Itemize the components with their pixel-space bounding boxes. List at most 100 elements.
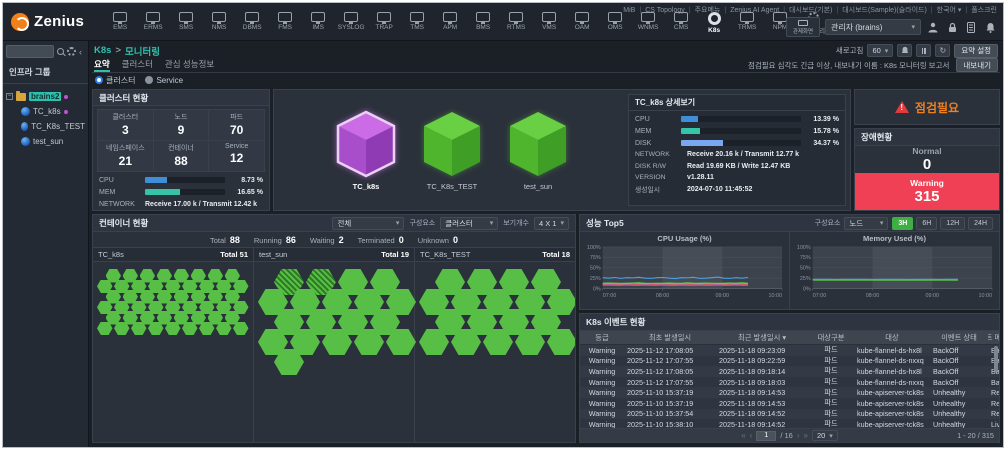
event-row[interactable]: Warning2025-11-10 15:38:102025-11-18 09:… xyxy=(580,419,999,428)
pagination-page-input[interactable]: 1 xyxy=(756,431,776,441)
utility-link[interactable]: 대시보드(기본) xyxy=(789,5,832,15)
sidebar-search-input[interactable] xyxy=(6,45,54,58)
event-cell: kube-apiserver-tck8s xyxy=(854,419,930,428)
utility-link[interactable]: Zenius AI Agent xyxy=(730,7,779,14)
stat-value: 88 xyxy=(230,235,240,245)
utility-link[interactable]: CS Topology xyxy=(645,7,685,14)
export-button[interactable]: 내보내기 xyxy=(956,58,998,72)
component-select[interactable]: 클러스터 ▾ xyxy=(440,217,498,230)
page-size-select[interactable]: 20 ▾ xyxy=(812,430,838,441)
event-cell: 2025-11-18 09:18:14 xyxy=(716,366,808,377)
event-row[interactable]: Warning2025-11-12 17:07:552025-11-18 09:… xyxy=(580,377,999,388)
cluster-cube-tc_k8s[interactable]: TC_k8s xyxy=(334,110,398,191)
sidebar-collapse-icon[interactable]: ‹ xyxy=(79,47,82,57)
utility-link[interactable]: MiB xyxy=(623,7,635,14)
utility-link[interactable]: 한국어 ▾ xyxy=(937,5,962,15)
events-column-header[interactable]: 최근 발생일시 ▾ xyxy=(716,331,808,344)
menu-item-label: TRAP xyxy=(375,24,392,31)
events-scrollbar-thumb[interactable] xyxy=(994,346,998,372)
utility-link[interactable]: 대시보드(Sample)(슬라이드) xyxy=(842,5,927,15)
logo-text: Zenius xyxy=(34,13,84,30)
event-cell: Warning xyxy=(580,398,624,409)
menu-item-ims[interactable]: IMS xyxy=(306,9,330,31)
event-row[interactable]: Warning2025-11-12 17:08:052025-11-18 09:… xyxy=(580,345,999,356)
top-bar: Zenius EMS ERMS SMS NMS DBMS FMS IMS SYSLOG TRAP… xyxy=(3,3,1003,41)
view-count-value: 4 X 1 xyxy=(539,219,557,228)
event-row[interactable]: Warning2025-11-10 15:37:192025-11-18 09:… xyxy=(580,387,999,398)
tab-관심 성능정보[interactable]: 관심 성능정보 xyxy=(165,58,214,72)
radio-service[interactable]: Service xyxy=(145,76,183,85)
containers-filter-select[interactable]: 전체 ▾ xyxy=(332,217,404,230)
user-area: 관제화면 관리자 (brains) ▾ xyxy=(786,17,997,37)
fault-warning-box[interactable]: Warning 315 xyxy=(855,173,999,210)
stat-value: 70 xyxy=(209,123,264,137)
alarm-bell-button[interactable] xyxy=(897,44,912,57)
menu-item-ems[interactable]: EMS xyxy=(108,9,132,31)
person-icon[interactable] xyxy=(926,19,940,35)
menu-item-vms[interactable]: VMS xyxy=(537,9,561,31)
utility-link[interactable]: 주요메뉴 xyxy=(695,5,721,15)
tab-요약[interactable]: 요약 xyxy=(94,58,110,72)
cluster-cube-tc_k8s_test[interactable]: TC_K8s_TEST xyxy=(420,110,484,191)
utility-link[interactable]: 풀스크린 xyxy=(971,5,997,15)
menu-item-erms[interactable]: ERMS xyxy=(141,9,165,31)
menu-item-fms[interactable]: FMS xyxy=(273,9,297,31)
tab-클러스터[interactable]: 클러스터 xyxy=(122,58,153,72)
pagination-next-icon[interactable]: › xyxy=(797,431,800,440)
bell-icon[interactable] xyxy=(983,19,997,35)
tree-node-test_sun[interactable]: test_sun xyxy=(6,134,85,149)
pagination-prev-icon[interactable]: ‹ xyxy=(750,431,753,440)
tree-root-brains2[interactable]: −brains2 xyxy=(6,89,85,104)
menu-item-oam[interactable]: OAM xyxy=(570,9,594,31)
perf-component-select[interactable]: 노드 ▾ xyxy=(844,217,888,230)
app-window: Zenius EMS ERMS SMS NMS DBMS FMS IMS SYSLOG TRAP… xyxy=(2,2,1004,448)
export-area: 점검필요 심각도 긴급 이상, 내보내기 이름 : K8s 모니터링 보고서 내… xyxy=(748,58,998,72)
stat-label: 네임스페이스 xyxy=(98,143,153,153)
tree-expander-icon[interactable]: − xyxy=(6,93,13,100)
tree-node-tc_k8s[interactable]: TC_k8s xyxy=(6,104,85,119)
summary-settings-button[interactable]: 요약 설정 xyxy=(954,44,998,58)
pagination-first-icon[interactable]: « xyxy=(741,431,745,440)
event-row[interactable]: Warning2025-11-12 17:08:052025-11-18 09:… xyxy=(580,366,999,377)
event-cell: kube-flannel-ds-nxxq xyxy=(854,377,930,388)
menu-item-tms[interactable]: TMS xyxy=(405,9,429,31)
menu-item-nms[interactable]: NMS xyxy=(207,9,231,31)
refresh-interval-select[interactable]: 60 ▾ xyxy=(867,44,893,57)
refresh-button[interactable]: ↻ xyxy=(935,44,950,57)
radio-클러스터[interactable]: 클러스터 xyxy=(95,75,135,86)
page-size-value: 20 xyxy=(817,431,825,440)
menu-item-syslog[interactable]: SYSLOG xyxy=(339,9,363,31)
event-row[interactable]: Warning2025-11-12 17:07:552025-11-18 09:… xyxy=(580,356,999,367)
control-screen-button[interactable]: 관제화면 xyxy=(786,17,820,37)
range-button-6h[interactable]: 6H xyxy=(916,217,937,230)
menu-item-apm[interactable]: APM xyxy=(438,9,462,31)
range-button-3h[interactable]: 3H xyxy=(892,217,913,230)
menu-item-bms[interactable]: BMS xyxy=(471,9,495,31)
tree-node-tc_k8s_test[interactable]: TC_K8s_TEST xyxy=(6,119,85,134)
gear-icon[interactable] xyxy=(67,47,76,56)
fault-status-title: 장애현황 xyxy=(855,129,999,146)
hex-group-name: test_sun xyxy=(259,250,287,259)
menu-item-rtms[interactable]: RTMS xyxy=(504,9,528,31)
lock-icon[interactable] xyxy=(945,19,959,35)
menu-item-dbms[interactable]: DBMS xyxy=(240,9,264,31)
event-cell: Warning xyxy=(580,366,624,377)
menu-item-label: ERMS xyxy=(144,24,163,31)
container-stat-terminated: Terminated0 xyxy=(358,235,404,245)
event-row[interactable]: Warning2025-11-10 15:37:192025-11-18 09:… xyxy=(580,398,999,409)
range-button-12h[interactable]: 12H xyxy=(940,217,965,230)
cluster-cube-test_sun[interactable]: test_sun xyxy=(506,110,570,191)
range-button-24h[interactable]: 24H xyxy=(968,217,993,230)
hex-group-header: test_sunTotal 19 xyxy=(254,248,414,262)
pause-button[interactable] xyxy=(916,44,931,57)
event-row[interactable]: Warning2025-11-10 15:37:542025-11-18 09:… xyxy=(580,409,999,420)
search-icon[interactable] xyxy=(57,48,64,55)
breadcrumb-app[interactable]: K8s xyxy=(94,45,111,56)
view-count-select[interactable]: 4 X 1 ▾ xyxy=(534,217,569,230)
pagination-last-icon[interactable]: » xyxy=(804,431,808,440)
hex-row xyxy=(97,280,249,294)
user-dropdown[interactable]: 관리자 (brains) ▾ xyxy=(825,19,921,35)
menu-item-sms[interactable]: SMS xyxy=(174,9,198,31)
menu-item-trap[interactable]: TRAP xyxy=(372,9,396,31)
document-icon[interactable] xyxy=(964,19,978,35)
